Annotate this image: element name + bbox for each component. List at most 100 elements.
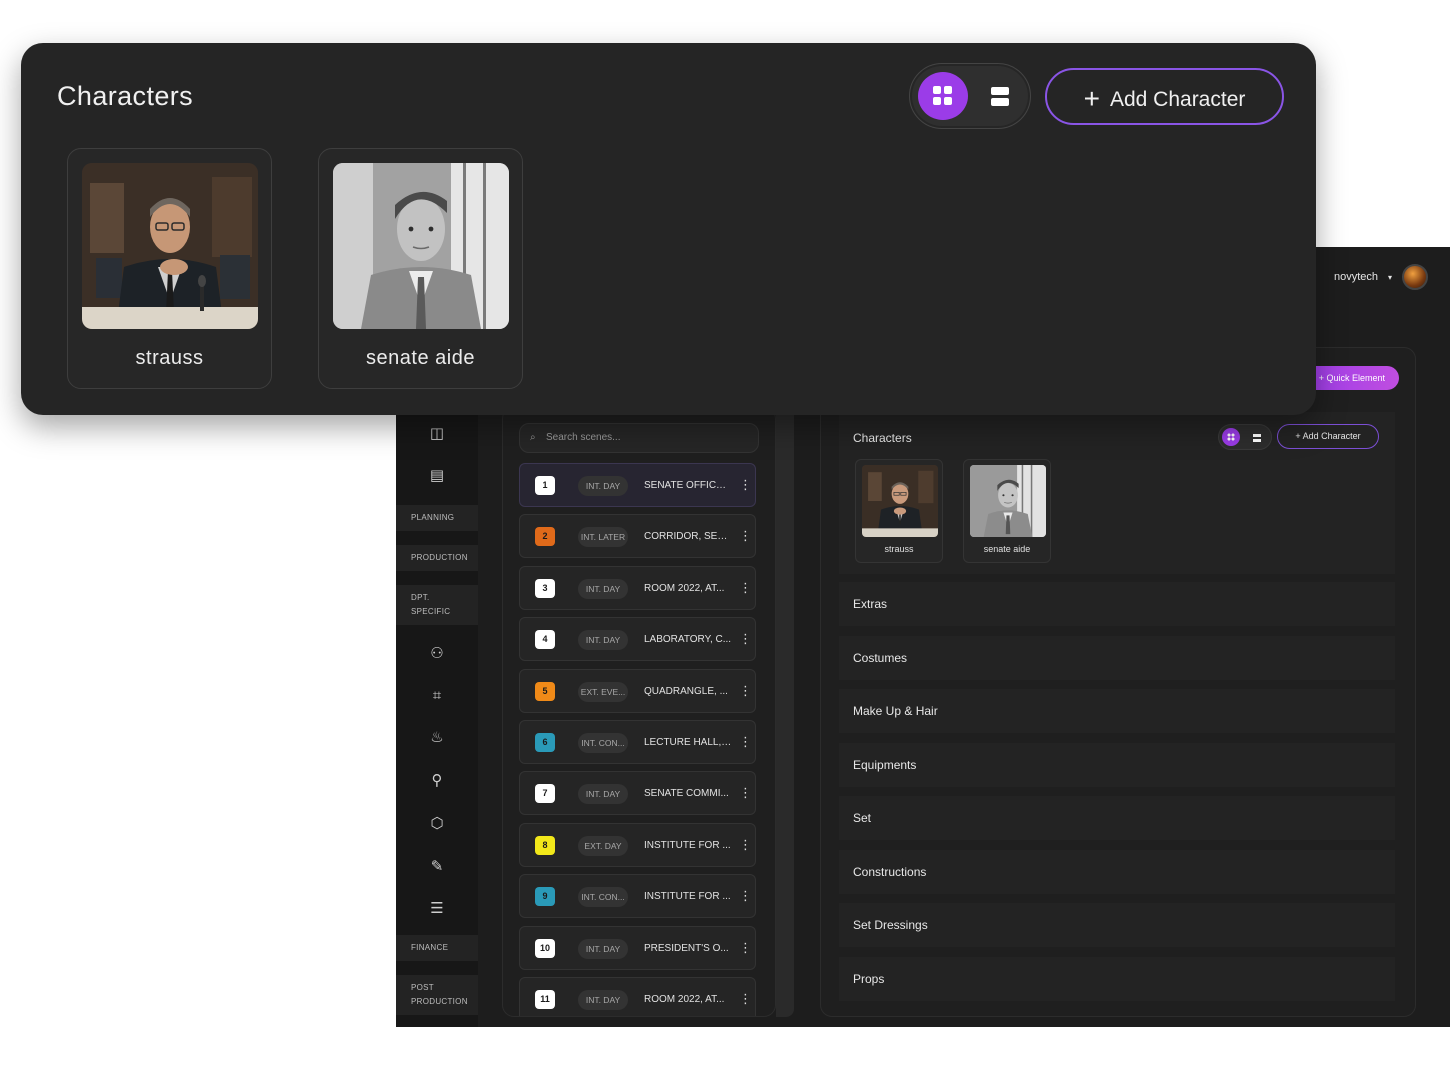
scrollbar[interactable]	[776, 407, 794, 1017]
more-options-icon[interactable]: ⋮	[739, 630, 752, 648]
scene-number: 7	[535, 784, 555, 804]
breakdown-section[interactable]: Costumes	[839, 635, 1395, 680]
scene-row[interactable]: 1 INT. DAY SENATE OFFICE ... ⋮	[519, 463, 756, 507]
user-name[interactable]: novytech	[1334, 271, 1378, 283]
scene-row[interactable]: 4 INT. DAY LABORATORY, C... ⋮	[519, 617, 756, 662]
more-options-icon[interactable]: ⋮	[739, 990, 752, 1008]
nav-section-finance[interactable]: FINANCE	[396, 935, 478, 961]
scene-row[interactable]: 2 INT. LATER CORRIDOR, SEN... ⋮	[519, 514, 756, 559]
scene-location: LABORATORY, C...	[644, 634, 732, 646]
location-icon[interactable]: ⚲	[426, 770, 448, 792]
scene-time-tag: EXT. EVE...	[578, 681, 628, 702]
scene-time-tag: INT. CON...	[578, 733, 628, 753]
scene-location: LECTURE HALL, ...	[644, 737, 732, 748]
scene-row[interactable]: 3 INT. DAY ROOM 2022, AT... ⋮	[519, 565, 756, 610]
people-icon[interactable]: ⚇	[426, 643, 448, 665]
breakdown-section[interactable]: Extras	[839, 582, 1395, 626]
scene-row[interactable]: 9 INT. CON... INSTITUTE FOR ... ⋮	[519, 874, 756, 919]
scene-number: 5	[535, 681, 555, 701]
add-character-button[interactable]: + Add Character	[1045, 68, 1284, 125]
scene-time-tag: INT. DAY	[578, 578, 628, 599]
breakdown-section[interactable]: Constructions	[839, 849, 1395, 894]
scene-time-tag: INT. CON...	[578, 887, 628, 908]
nav-section-planning[interactable]: PLANNING	[396, 505, 478, 531]
scene-time-tag: INT. DAY	[578, 630, 628, 651]
breakdown-section[interactable]: Set	[839, 796, 1395, 840]
grid-view-button[interactable]	[918, 72, 968, 120]
grid-view-icon[interactable]	[1222, 428, 1240, 446]
character-photo	[82, 163, 258, 329]
scene-row[interactable]: 5 EXT. EVE... QUADRANGLE, ... ⋮	[519, 668, 756, 713]
scene-number: 10	[535, 938, 555, 958]
breakdown-section[interactable]: Props	[839, 956, 1395, 1001]
characters-popup: Characters + Add Character strauss senat…	[21, 43, 1316, 415]
character-name: senate aide	[366, 347, 475, 369]
scene-location: PRESIDENT'S O...	[644, 942, 729, 954]
nav-section-dpt-specific[interactable]: DPT. SPECIFIC	[396, 585, 478, 625]
breakdown-section[interactable]: Equipments	[839, 742, 1395, 787]
scene-row[interactable]: 7 INT. DAY SENATE COMMI... ⋮	[519, 771, 756, 816]
scene-number: 8	[535, 835, 555, 855]
more-options-icon[interactable]: ⋮	[739, 939, 752, 957]
more-options-icon[interactable]: ⋮	[739, 733, 752, 751]
more-options-icon[interactable]: ⋮	[739, 784, 752, 802]
grid-icon	[933, 86, 953, 106]
box-icon[interactable]: ⬡	[426, 813, 448, 835]
character-card-strauss[interactable]: strauss	[67, 148, 272, 389]
scene-location: QUADRANGLE, ...	[644, 685, 728, 697]
more-options-icon[interactable]: ⋮	[739, 887, 752, 905]
scene-row[interactable]: 11 INT. DAY ROOM 2022, AT... ⋮	[519, 977, 756, 1016]
scene-location: ROOM 2022, AT...	[644, 994, 725, 1005]
tag-icon[interactable]: ⌗	[426, 685, 448, 707]
more-options-icon[interactable]: ⋮	[739, 836, 752, 854]
view-toggle[interactable]	[1218, 424, 1272, 450]
character-card-senate-aide[interactable]: senate aide	[318, 148, 523, 389]
breakdown-panel: + Quick Element Characters + Add Charact…	[820, 347, 1416, 1017]
board-icon[interactable]: ◫	[426, 423, 448, 445]
scene-number: 3	[535, 578, 555, 598]
scene-row[interactable]: 8 EXT. DAY INSTITUTE FOR ... ⋮	[519, 822, 756, 867]
brush-icon[interactable]: ✎	[426, 856, 448, 878]
breakdown-section[interactable]: Set Dressings	[839, 903, 1395, 947]
scene-location: INSTITUTE FOR ...	[644, 839, 731, 851]
nav-section-production[interactable]: PRODUCTION	[396, 545, 478, 571]
add-character-button[interactable]: + Add Character	[1277, 424, 1379, 449]
plus-icon: +	[1083, 83, 1100, 114]
scene-number: 11	[535, 990, 555, 1009]
scene-location: ROOM 2022, AT...	[644, 582, 725, 594]
character-name: strauss	[135, 347, 204, 369]
breakdown-section[interactable]: Make Up & Hair	[839, 689, 1395, 733]
character-name: senate aide	[983, 544, 1031, 554]
character-photo	[970, 465, 1046, 537]
add-character-label: Add Character	[1302, 431, 1361, 441]
list-view-button[interactable]	[978, 72, 1024, 120]
scene-location: SENATE COMMI...	[644, 788, 729, 800]
nav-section-post-production[interactable]: POST PRODUCTION	[396, 975, 478, 1015]
makeup-icon[interactable]: ♨	[426, 727, 448, 749]
scene-number: 9	[535, 887, 555, 907]
layout-icon[interactable]: ☰	[426, 898, 448, 920]
scene-row[interactable]: 10 INT. DAY PRESIDENT'S O... ⋮	[519, 925, 756, 970]
scene-time-tag: INT. LATER	[578, 527, 628, 548]
character-card[interactable]: strauss	[855, 459, 943, 563]
list-view-icon[interactable]	[1253, 434, 1261, 442]
view-toggle[interactable]	[909, 63, 1031, 129]
quick-element-label: Quick Element	[1326, 373, 1385, 383]
character-photo	[333, 163, 509, 329]
avatar[interactable]	[1402, 264, 1428, 290]
character-card[interactable]: senate aide	[963, 459, 1051, 563]
user-menu[interactable]: novytech ▾	[1334, 264, 1428, 290]
scene-location: CORRIDOR, SEN...	[644, 531, 732, 543]
scene-row[interactable]: 6 INT. CON... LECTURE HALL, ... ⋮	[519, 720, 756, 764]
clipboard-icon[interactable]: ▤	[426, 465, 448, 487]
more-options-icon[interactable]: ⋮	[739, 682, 752, 700]
search-input[interactable]: ⌕ Search scenes...	[519, 423, 759, 453]
page-title: Characters	[57, 81, 194, 111]
search-placeholder: Search scenes...	[546, 432, 621, 443]
scene-time-tag: EXT. DAY	[578, 835, 628, 856]
more-options-icon[interactable]: ⋮	[739, 527, 752, 545]
search-icon: ⌕	[530, 432, 536, 443]
more-options-icon[interactable]: ⋮	[739, 476, 752, 494]
list-icon	[991, 87, 1009, 106]
more-options-icon[interactable]: ⋮	[739, 579, 752, 597]
